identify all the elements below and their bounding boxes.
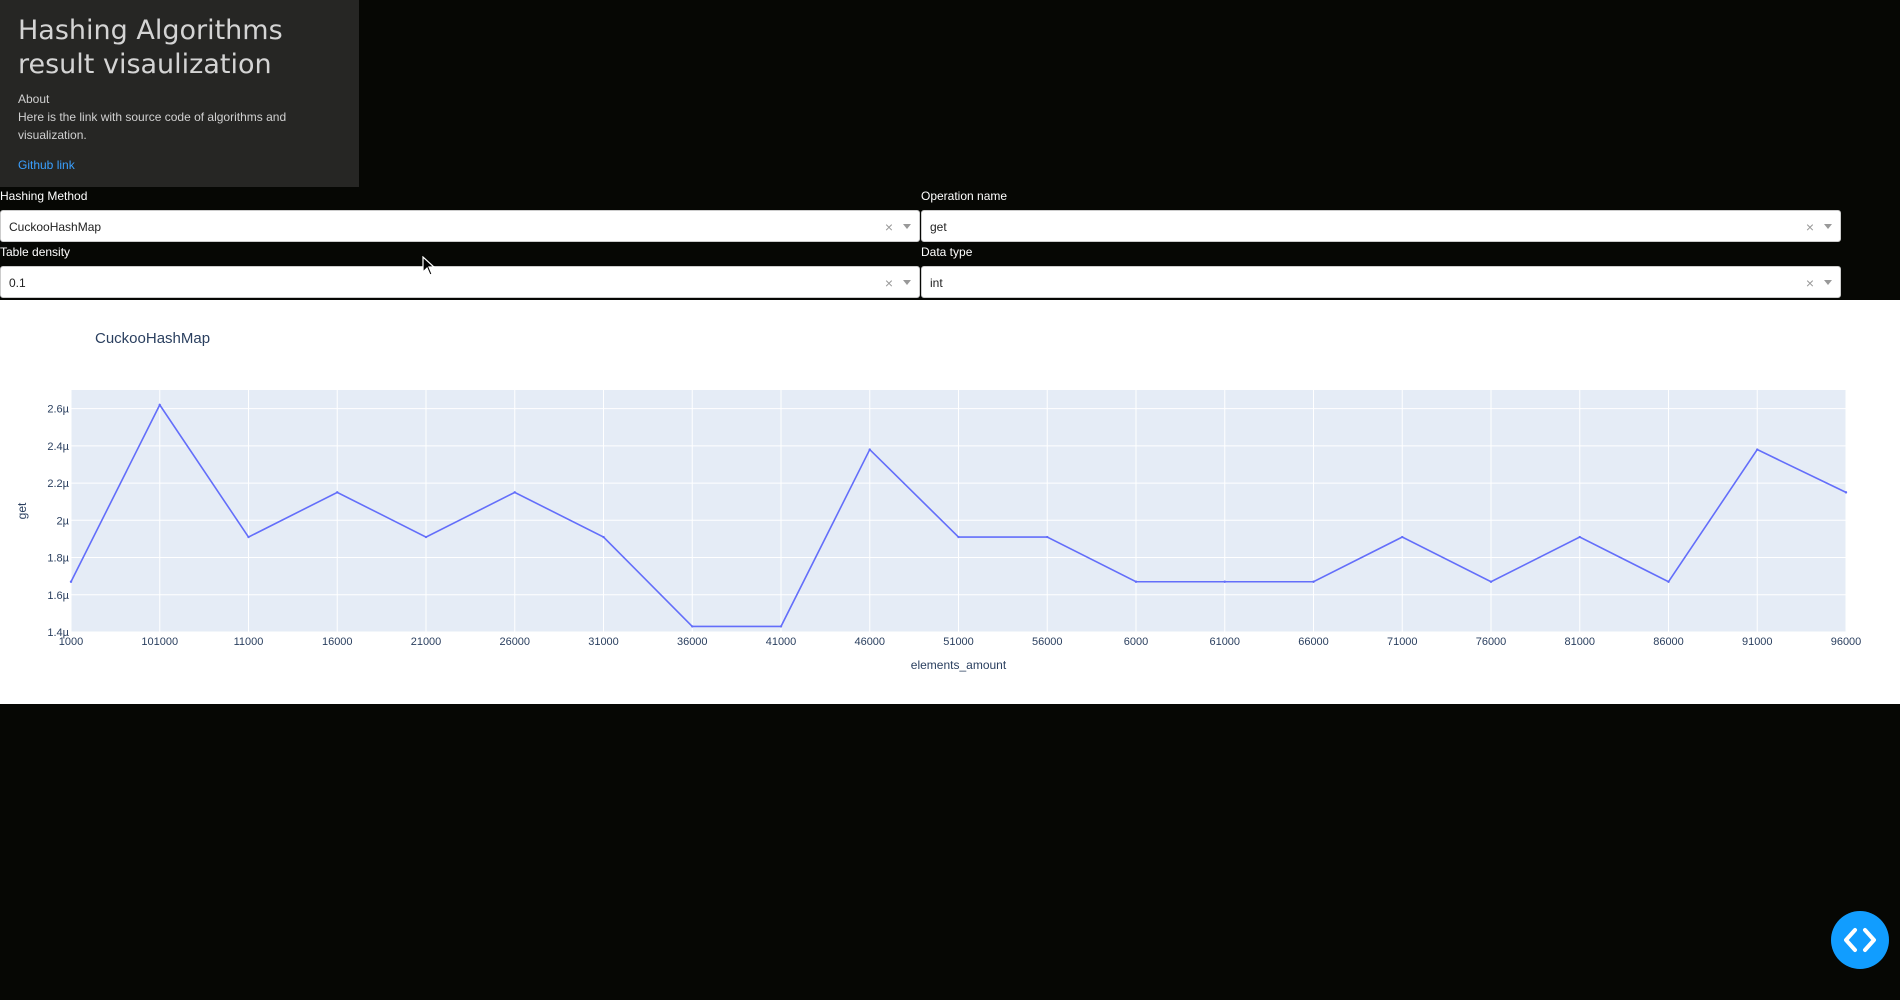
x-tick-label: 101000 [141, 636, 178, 648]
data-type-dropdown[interactable]: int × [921, 266, 1841, 298]
x-tick-label: 26000 [499, 636, 530, 648]
mouse-cursor-icon [422, 256, 436, 276]
y-tick-label: 2.6µ [47, 404, 69, 416]
data-type-label: Data type [921, 245, 973, 259]
table-density-label: Table density [0, 245, 71, 259]
x-tick-label: 31000 [588, 636, 619, 648]
x-tick-label: 41000 [766, 636, 797, 648]
x-tick-label: 96000 [1831, 636, 1862, 648]
app-title: Hashing Algorithms result visaulization [18, 15, 283, 80]
y-tick-label: 2.4µ [47, 441, 69, 453]
data-point [868, 448, 871, 451]
x-tick-label: 91000 [1742, 636, 1773, 648]
table-density-dropdown[interactable]: 0.1 × [0, 266, 920, 298]
data-point [247, 535, 250, 539]
about-description: Here is the link with source code of alg… [18, 110, 287, 142]
code-chevrons-icon [1844, 928, 1876, 952]
x-tick-label: 21000 [411, 636, 442, 648]
y-tick-label: 1.8µ [47, 553, 69, 565]
data-point [158, 403, 161, 407]
clear-icon[interactable]: × [1806, 275, 1814, 291]
data-point [779, 625, 783, 628]
github-link[interactable]: Github link [18, 158, 75, 172]
x-tick-label: 36000 [677, 636, 708, 648]
x-tick-label: 81000 [1564, 636, 1595, 648]
data-point [69, 580, 73, 583]
data-type-value: int [930, 276, 943, 290]
data-point [1312, 580, 1315, 583]
data-point [1489, 580, 1493, 583]
operation-name-label: Operation name [921, 189, 1008, 203]
data-point [957, 535, 960, 539]
x-tick-label: 1000 [59, 636, 83, 648]
x-axis-label: elements_amount [911, 658, 1007, 672]
y-tick-label: 2.2µ [47, 478, 69, 490]
x-tick-label: 61000 [1209, 636, 1240, 648]
hashing-method-value: CuckooHashMap [9, 220, 102, 234]
data-point [1578, 535, 1581, 539]
chevron-down-icon[interactable] [903, 224, 911, 229]
x-tick-label: 76000 [1476, 636, 1507, 648]
hashing-method-dropdown[interactable]: CuckooHashMap × [0, 210, 920, 242]
clear-icon[interactable]: × [1806, 219, 1814, 235]
line-chart[interactable]: 1.4µ1.6µ1.8µ2µ2.2µ2.4µ2.6µ1000 101000 1100… [0, 300, 1900, 704]
x-tick-label: 46000 [854, 636, 885, 648]
code-nav-button[interactable] [1831, 911, 1889, 969]
hashing-method-label: Hashing Method [0, 189, 88, 203]
x-tick-label: 11000 [234, 636, 264, 648]
data-point [691, 625, 694, 628]
operation-name-dropdown[interactable]: get × [921, 210, 1841, 242]
data-point [336, 491, 339, 494]
data-point [1401, 535, 1404, 539]
chevron-down-icon[interactable] [1824, 280, 1832, 285]
data-point [1046, 535, 1049, 539]
x-tick-label: 66000 [1298, 636, 1329, 648]
clear-icon[interactable]: × [885, 219, 893, 235]
y-tick-label: 2µ [57, 515, 70, 527]
chevron-down-icon[interactable] [903, 280, 911, 285]
about-heading: About [18, 92, 50, 106]
x-tick-label: 86000 [1653, 636, 1684, 648]
data-point [602, 535, 605, 539]
about-panel: Hashing Algorithms result visaulization … [0, 0, 359, 187]
data-point [513, 491, 516, 494]
x-tick-label: 16000 [322, 636, 353, 648]
data-point [1667, 580, 1670, 583]
data-point [424, 535, 428, 539]
data-point [1756, 448, 1759, 451]
y-axis-label: get [15, 502, 29, 519]
x-tick-label: 56000 [1032, 636, 1063, 648]
x-tick-label: 6000 [1124, 636, 1148, 648]
chart-area[interactable]: CuckooHashMap 1.4µ 1.6µ 1.8µ 2µ 2.2µ 2.4µ 2.6µ… [0, 300, 1900, 704]
data-point [1223, 580, 1226, 583]
x-tick-label: 51000 [943, 636, 974, 648]
y-tick-label: 1.6µ [47, 590, 69, 602]
chevron-down-icon[interactable] [1824, 224, 1832, 229]
x-tick-label: 71000 [1387, 636, 1418, 648]
clear-icon[interactable]: × [885, 275, 893, 291]
table-density-value: 0.1 [9, 276, 26, 290]
data-point [1134, 580, 1138, 583]
data-point [1844, 491, 1848, 494]
operation-name-value: get [930, 220, 947, 234]
